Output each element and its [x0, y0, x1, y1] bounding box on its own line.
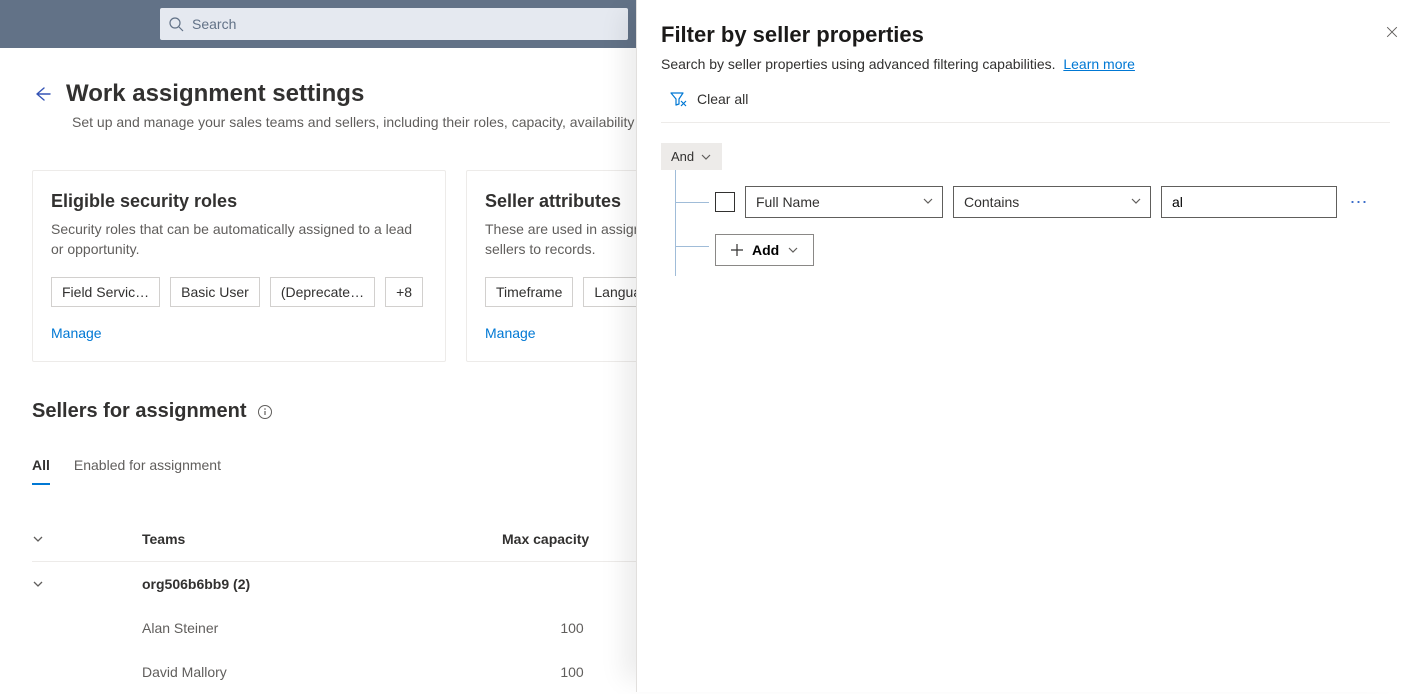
filter-clear-icon [669, 90, 687, 108]
group-name: org506b6bb9 (2) [142, 576, 502, 592]
seller-capacity: 100 [502, 664, 642, 680]
chevron-down-icon [922, 195, 934, 207]
manage-attributes-link[interactable]: Manage [485, 325, 536, 341]
tab-all[interactable]: All [32, 457, 50, 485]
chevron-down-icon [787, 244, 799, 256]
add-button-label: Add [752, 242, 779, 258]
clear-all-button[interactable]: Clear all [661, 90, 1390, 123]
back-arrow-icon[interactable] [32, 84, 52, 104]
seller-name: Alan Steiner [142, 620, 502, 636]
condition-operator-value: Contains [964, 194, 1019, 210]
seller-capacity: 100 [502, 620, 642, 636]
role-chip[interactable]: Basic User [170, 277, 260, 307]
filter-panel: Filter by seller properties Search by se… [636, 0, 1418, 692]
role-chip-overflow[interactable]: +8 [385, 277, 423, 307]
page-title: Work assignment settings [66, 80, 364, 108]
seller-name: David Mallory [142, 664, 502, 680]
card-desc: Security roles that can be automatically… [51, 220, 427, 259]
card-security-roles: Eligible security roles Security roles t… [32, 170, 446, 362]
group-operator-label: And [671, 149, 694, 164]
chevron-down-icon [700, 151, 712, 163]
clear-all-label: Clear all [697, 91, 748, 107]
learn-more-link[interactable]: Learn more [1063, 56, 1135, 72]
manage-roles-link[interactable]: Manage [51, 325, 102, 341]
global-search-input[interactable] [190, 15, 620, 33]
add-condition-button[interactable]: Add [715, 234, 814, 266]
chevron-down-icon[interactable] [32, 578, 44, 590]
card-title: Eligible security roles [51, 191, 427, 212]
condition-field-value: Full Name [756, 194, 820, 210]
condition-more-button[interactable]: ⋯ [1347, 192, 1371, 213]
group-operator-button[interactable]: And [661, 143, 722, 170]
attribute-chip[interactable]: Timeframe [485, 277, 573, 307]
chevron-down-icon [1130, 195, 1142, 207]
chevron-down-icon[interactable] [32, 533, 44, 545]
close-button[interactable] [1384, 24, 1404, 44]
search-icon [168, 16, 184, 32]
sellers-section-title: Sellers for assignment [32, 400, 247, 423]
info-icon[interactable] [257, 404, 273, 420]
column-capacity[interactable]: Max capacity [502, 531, 642, 547]
condition-operator-select[interactable]: Contains [953, 186, 1151, 218]
panel-title: Filter by seller properties [661, 22, 1390, 48]
tab-enabled[interactable]: Enabled for assignment [74, 457, 221, 485]
role-chip[interactable]: Field Servic… [51, 277, 160, 307]
global-search[interactable] [160, 8, 628, 40]
panel-subtitle: Search by seller properties using advanc… [661, 56, 1056, 72]
plus-icon [730, 243, 744, 257]
condition-field-select[interactable]: Full Name [745, 186, 943, 218]
condition-checkbox[interactable] [715, 192, 735, 212]
column-teams[interactable]: Teams [142, 531, 502, 547]
condition-value-input[interactable] [1161, 186, 1337, 218]
role-chip[interactable]: (Deprecate… [270, 277, 375, 307]
